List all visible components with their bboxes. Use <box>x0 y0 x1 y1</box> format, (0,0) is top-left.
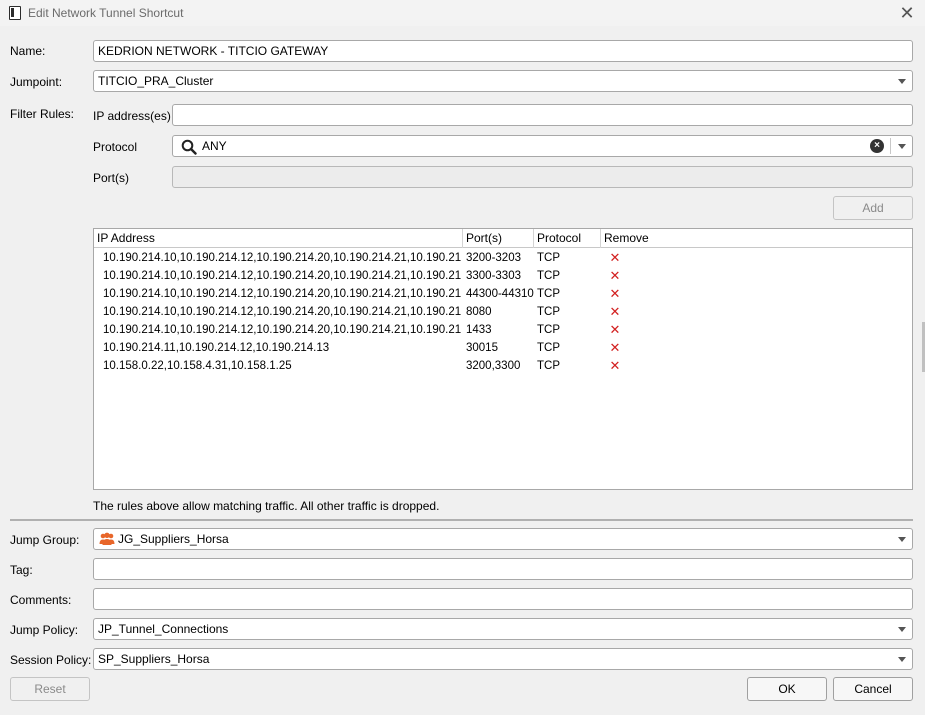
table-row[interactable]: 10.190.214.10,10.190.214.12,10.190.214.2… <box>94 249 912 267</box>
cell-ports: 3300-3303 <box>466 270 521 282</box>
close-button[interactable]: ✕ <box>897 3 917 23</box>
tag-label: Tag: <box>10 563 33 577</box>
cell-ip: 10.190.214.11,10.190.214.12,10.190.214.1… <box>103 342 330 354</box>
search-icon <box>181 139 197 155</box>
jumpoint-select[interactable]: TITCIO_PRA_Cluster <box>93 70 913 92</box>
jumpoint-value: TITCIO_PRA_Cluster <box>98 74 214 88</box>
cell-protocol: TCP <box>537 342 560 354</box>
cell-protocol: TCP <box>537 306 560 318</box>
remove-x-icon[interactable]: ✕ <box>607 340 623 356</box>
table-row[interactable]: 10.190.214.10,10.190.214.12,10.190.214.2… <box>94 285 912 303</box>
table-row[interactable]: 10.190.214.10,10.190.214.12,10.190.214.2… <box>94 303 912 321</box>
cell-protocol: TCP <box>537 360 560 372</box>
jump-group-value: JG_Suppliers_Horsa <box>118 532 229 546</box>
reset-button[interactable]: Reset <box>10 677 90 701</box>
remove-x-icon[interactable]: ✕ <box>607 358 623 374</box>
cell-ports: 30015 <box>466 342 498 354</box>
rules-table[interactable]: IP Address Port(s) Protocol Remove 10.19… <box>93 228 913 490</box>
cell-ip: 10.190.214.10,10.190.214.12,10.190.214.2… <box>103 324 461 336</box>
cell-ports: 8080 <box>466 306 492 318</box>
cell-ip: 10.190.214.10,10.190.214.12,10.190.214.2… <box>103 270 461 282</box>
group-icon <box>99 532 115 545</box>
name-label: Name: <box>10 44 46 58</box>
jump-policy-value: JP_Tunnel_Connections <box>98 622 229 636</box>
ports-input[interactable] <box>172 166 913 188</box>
cell-protocol: TCP <box>537 252 560 264</box>
rules-note: The rules above allow matching traffic. … <box>93 499 440 513</box>
remove-x-icon[interactable]: ✕ <box>607 286 623 302</box>
remove-x-icon[interactable]: ✕ <box>607 250 623 266</box>
column-header-protocol[interactable]: Protocol <box>534 229 601 248</box>
cell-ip: 10.190.214.10,10.190.214.12,10.190.214.2… <box>103 306 461 318</box>
column-header-ip[interactable]: IP Address <box>94 229 463 248</box>
ok-button[interactable]: OK <box>747 677 827 701</box>
protocol-label: Protocol <box>93 140 138 154</box>
jumpoint-label: Jumpoint: <box>10 75 63 89</box>
jump-group-label: Jump Group: <box>10 533 80 547</box>
cell-ports: 3200-3203 <box>466 252 521 264</box>
cell-ports: 44300-44310 <box>466 288 534 300</box>
session-policy-label: Session Policy: <box>10 653 92 667</box>
cell-protocol: TCP <box>537 324 560 336</box>
remove-x-icon[interactable]: ✕ <box>607 304 623 320</box>
column-header-ports[interactable]: Port(s) <box>463 229 534 248</box>
table-row[interactable]: 10.190.214.11,10.190.214.12,10.190.214.1… <box>94 339 912 357</box>
table-row[interactable]: 10.190.214.10,10.190.214.12,10.190.214.2… <box>94 321 912 339</box>
name-field[interactable]: KEDRION NETWORK - TITCIO GATEWAY <box>93 40 913 62</box>
name-value: KEDRION NETWORK - TITCIO GATEWAY <box>98 44 329 58</box>
chevron-down-icon <box>898 657 906 662</box>
title-bar: Edit Network Tunnel Shortcut ✕ <box>0 0 925 26</box>
cell-ip: 10.190.214.10,10.190.214.12,10.190.214.2… <box>103 288 461 300</box>
table-row[interactable]: 10.190.214.10,10.190.214.12,10.190.214.2… <box>94 267 912 285</box>
cancel-button[interactable]: Cancel <box>833 677 913 701</box>
combobox-divider <box>890 138 891 154</box>
session-policy-select[interactable]: SP_Suppliers_Horsa <box>93 648 913 670</box>
ip-addresses-label: IP address(es) <box>93 109 171 123</box>
cell-protocol: TCP <box>537 270 560 282</box>
cell-protocol: TCP <box>537 288 560 300</box>
add-button[interactable]: Add <box>833 196 913 220</box>
window-title: Edit Network Tunnel Shortcut <box>28 6 184 20</box>
comments-label: Comments: <box>10 593 72 607</box>
cell-ports: 3200,3300 <box>466 360 521 372</box>
jump-policy-label: Jump Policy: <box>10 623 79 637</box>
chevron-down-icon <box>898 79 906 84</box>
chevron-down-icon[interactable] <box>898 144 906 149</box>
ip-addresses-input[interactable] <box>172 104 913 126</box>
protocol-value: ANY <box>202 139 227 153</box>
remove-x-icon[interactable]: ✕ <box>607 322 623 338</box>
protocol-combobox[interactable]: ANY × <box>172 135 913 157</box>
table-row[interactable]: 10.158.0.22,10.158.4.31,10.158.1.25 3200… <box>94 357 912 375</box>
window-icon <box>9 6 21 20</box>
column-header-remove[interactable]: Remove <box>601 229 912 248</box>
jump-policy-select[interactable]: JP_Tunnel_Connections <box>93 618 913 640</box>
clear-icon[interactable]: × <box>870 139 884 153</box>
filter-rules-label: Filter Rules: <box>10 107 75 121</box>
session-policy-value: SP_Suppliers_Horsa <box>98 652 210 666</box>
section-divider <box>10 519 913 521</box>
tag-input[interactable] <box>93 558 913 580</box>
comments-input[interactable] <box>93 588 913 610</box>
chevron-down-icon <box>898 537 906 542</box>
table-header: IP Address Port(s) Protocol Remove <box>94 229 912 248</box>
ports-label: Port(s) <box>93 171 129 185</box>
jump-group-select[interactable]: JG_Suppliers_Horsa <box>93 528 913 550</box>
remove-x-icon[interactable]: ✕ <box>607 268 623 284</box>
cell-ip: 10.158.0.22,10.158.4.31,10.158.1.25 <box>103 360 292 372</box>
cell-ports: 1433 <box>466 324 492 336</box>
cell-ip: 10.190.214.10,10.190.214.12,10.190.214.2… <box>103 252 461 264</box>
chevron-down-icon <box>898 627 906 632</box>
